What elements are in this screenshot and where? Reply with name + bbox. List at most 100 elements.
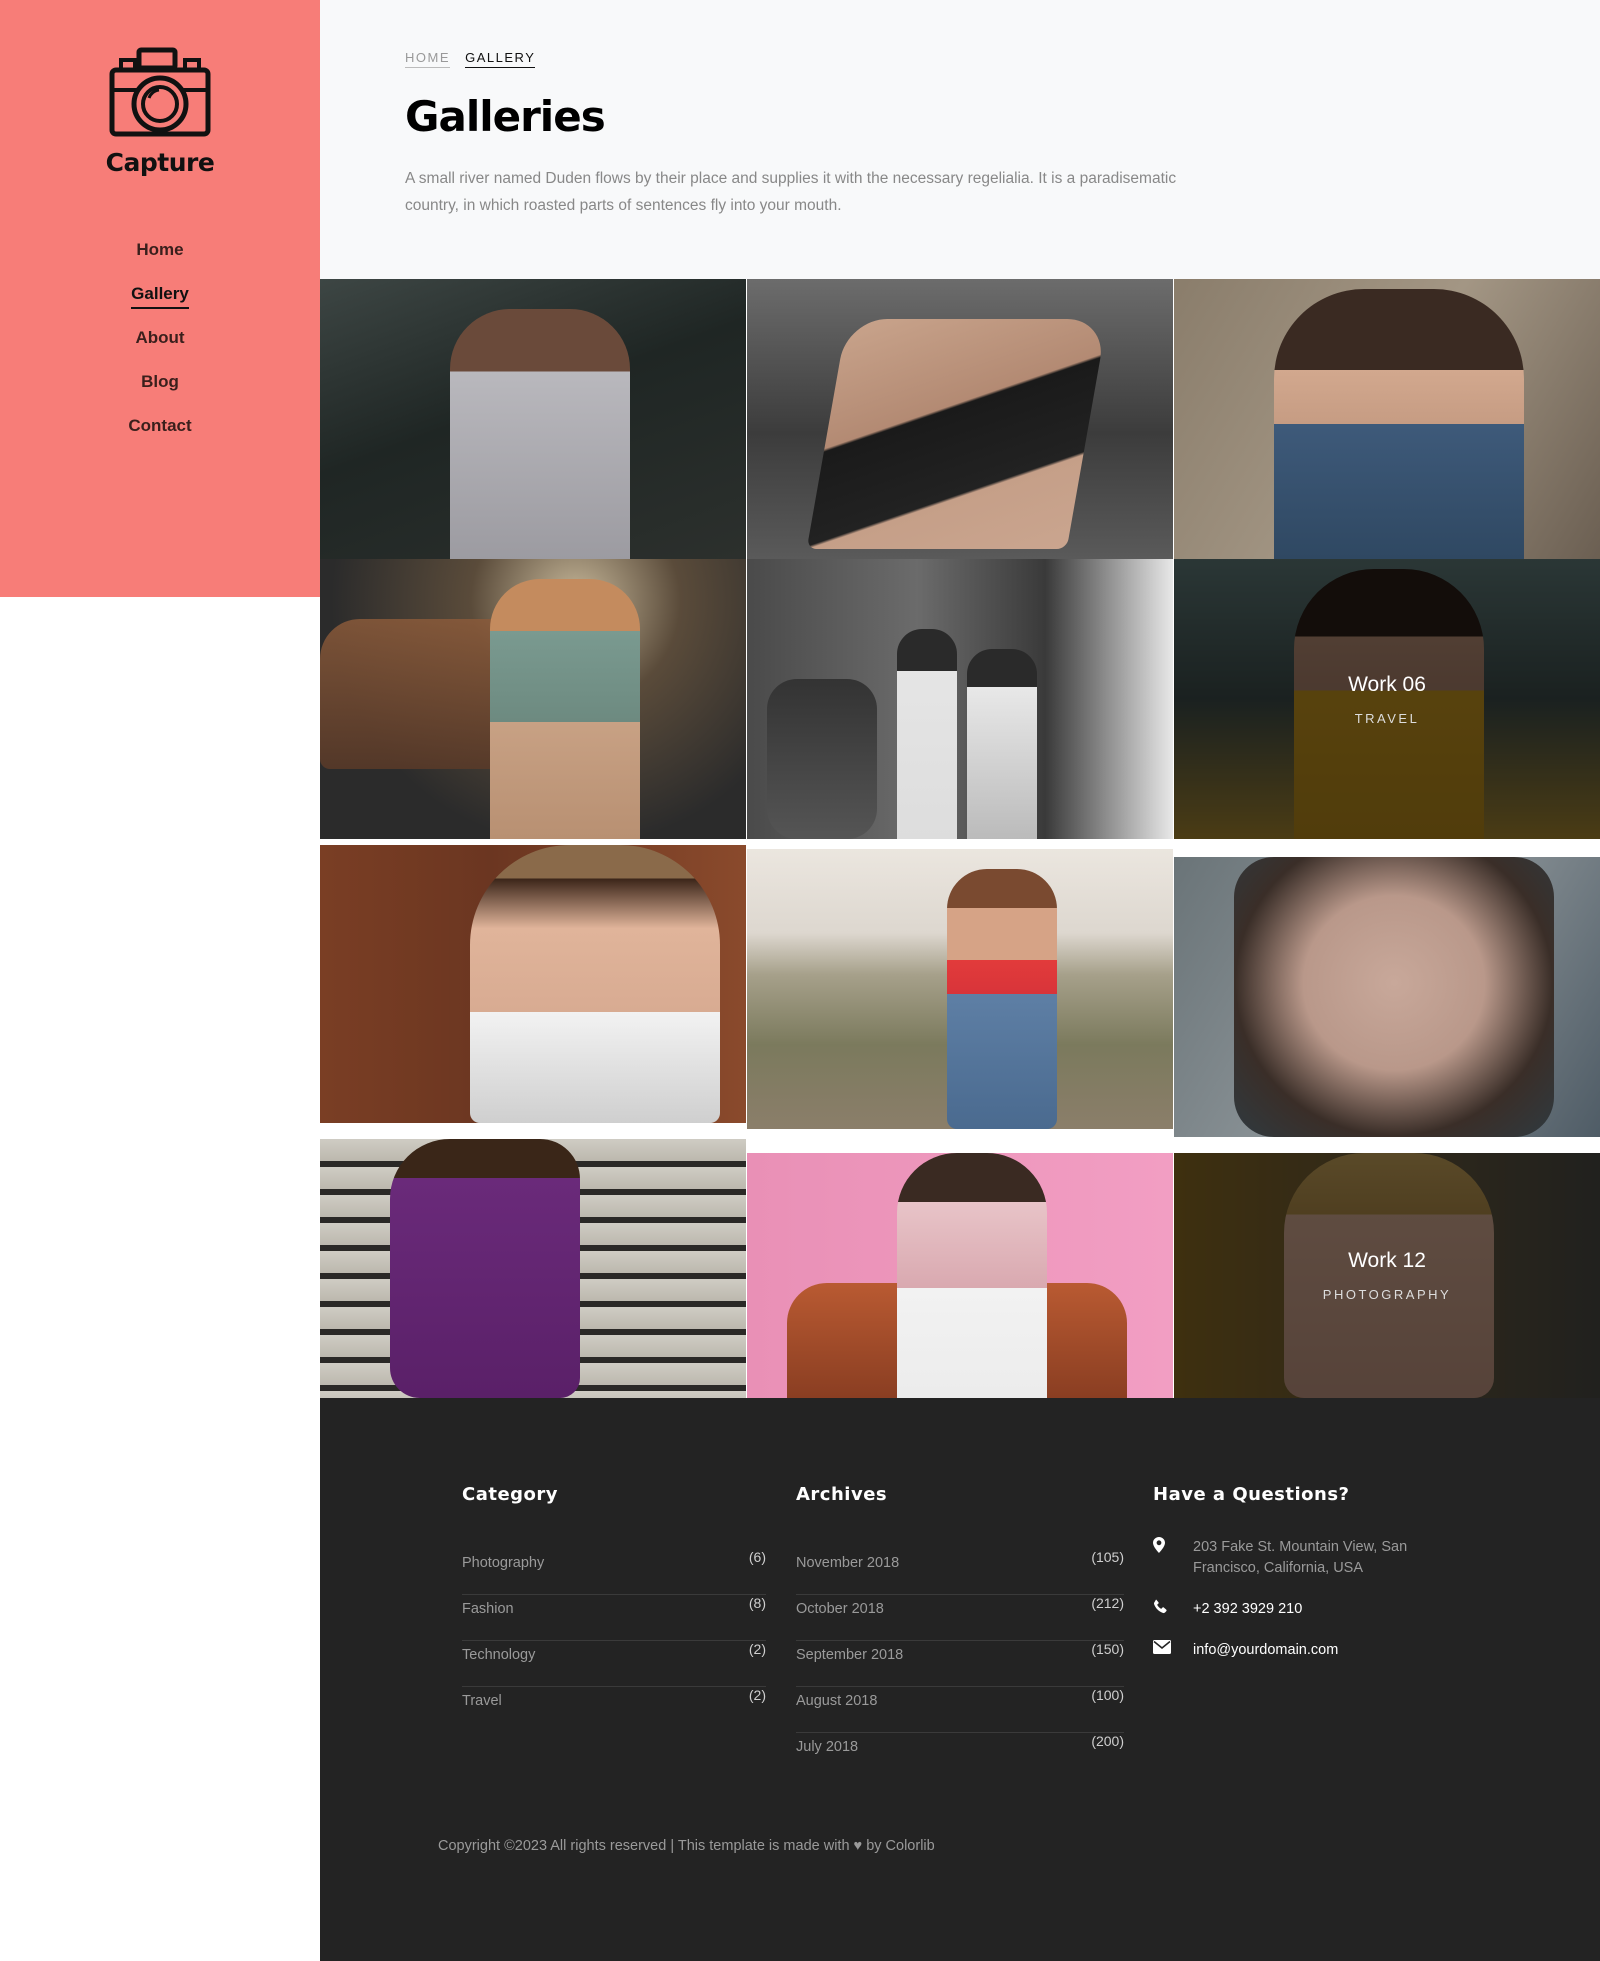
category-count: (2) <box>748 1687 766 1703</box>
photo-subject <box>470 845 720 1123</box>
breadcrumb-current: GALLERY <box>465 50 536 68</box>
photo-subject <box>1234 857 1554 1137</box>
footer-category-heading: Category <box>462 1484 559 1505</box>
gallery-item-category: PHOTOGRAPHY <box>1322 1287 1452 1302</box>
footer: Category Photography (6) Fashion (8) Techn… <box>320 1398 1600 1961</box>
archive-link[interactable]: October 2018 <box>796 1595 884 1617</box>
contact-email-text[interactable]: info@yourdomain.com <box>1193 1640 1338 1661</box>
list-item[interactable]: July 2018 (200) <box>796 1733 1124 1779</box>
nav-link-blog[interactable]: Blog <box>141 372 179 395</box>
page-header: HOME GALLERY Galleries A small river nam… <box>320 0 1600 279</box>
list-item[interactable]: Technology (2) <box>462 1641 766 1687</box>
nav-item-about: About <box>0 328 320 372</box>
category-count: (8) <box>748 1595 766 1611</box>
gallery-item-03[interactable] <box>1174 279 1600 559</box>
archive-link[interactable]: September 2018 <box>796 1641 903 1663</box>
contact-email[interactable]: info@yourdomain.com <box>1153 1640 1473 1661</box>
archives-list: November 2018 (105) October 2018 (212) Sep… <box>796 1549 1124 1779</box>
gallery-item-08[interactable] <box>747 849 1173 1129</box>
contact-phone[interactable]: +2 392 3929 210 <box>1153 1599 1473 1620</box>
photo-subject <box>450 309 630 559</box>
footer-category: Category Photography (6) Fashion (8) Techn… <box>462 1484 766 1733</box>
category-count: (2) <box>748 1641 766 1657</box>
gallery-item-title[interactable]: Work 06 <box>1348 673 1426 697</box>
photo-camera <box>767 679 877 839</box>
footer-archives: Archives November 2018 (105) October 2018… <box>796 1484 1124 1779</box>
gallery-hover-overlay[interactable]: Work 12 PHOTOGRAPHY <box>1174 1153 1600 1398</box>
gallery-item-09[interactable] <box>1174 857 1600 1137</box>
photo-subject <box>806 319 1108 549</box>
list-item[interactable]: September 2018 (150) <box>796 1641 1124 1687</box>
camera-icon <box>109 47 211 137</box>
list-item[interactable]: August 2018 (100) <box>796 1687 1124 1733</box>
archive-count: (212) <box>1091 1595 1124 1611</box>
contact-phone-text[interactable]: +2 392 3929 210 <box>1193 1599 1302 1620</box>
archive-link[interactable]: November 2018 <box>796 1549 899 1571</box>
list-item[interactable]: November 2018 (105) <box>796 1549 1124 1595</box>
brand-name: Capture <box>105 148 215 177</box>
category-link[interactable]: Photography <box>462 1549 544 1571</box>
gallery-item-title[interactable]: Work 12 <box>1348 1249 1426 1273</box>
gallery-item-04[interactable] <box>320 559 746 839</box>
sidebar: Capture Home Gallery About Blog Contact <box>0 0 320 597</box>
archive-count: (150) <box>1091 1641 1124 1657</box>
nav-link-about[interactable]: About <box>135 328 184 351</box>
archive-count: (105) <box>1091 1549 1124 1565</box>
photo-subject <box>490 579 640 839</box>
nav-link-contact[interactable]: Contact <box>128 416 191 439</box>
contact-address: 203 Fake St. Mountain View, San Francisc… <box>1153 1537 1473 1579</box>
category-list: Photography (6) Fashion (8) Technology (2) … <box>462 1549 766 1733</box>
gallery-item-01[interactable] <box>320 279 746 559</box>
breadcrumb-home-link[interactable]: HOME <box>405 50 450 68</box>
copyright-text: Copyright ©2023 All rights reserved | Th… <box>438 1838 850 1854</box>
copyright-by: by <box>866 1838 882 1854</box>
envelope-icon <box>1153 1640 1193 1659</box>
contact-address-text: 203 Fake St. Mountain View, San Francisc… <box>1193 1539 1408 1576</box>
nav-item-gallery: Gallery <box>0 284 320 328</box>
photo-subject <box>897 629 957 839</box>
list-item[interactable]: Travel (2) <box>462 1687 766 1733</box>
heart-icon: ♥ <box>853 1838 863 1854</box>
gallery-item-06[interactable]: Work 06 TRAVEL <box>1174 559 1600 839</box>
colorlib-link[interactable]: Colorlib <box>886 1838 935 1854</box>
category-link[interactable]: Fashion <box>462 1595 514 1617</box>
gallery-item-07[interactable] <box>320 845 746 1123</box>
archive-link[interactable]: August 2018 <box>796 1687 877 1709</box>
gallery-item-11[interactable] <box>747 1153 1173 1398</box>
photo-subject <box>947 869 1057 1129</box>
footer-contact-heading: Have a Questions? <box>1153 1484 1350 1505</box>
category-count: (6) <box>748 1549 766 1565</box>
photo-subject <box>390 1139 580 1398</box>
page-intro: A small river named Duden flows by their… <box>405 170 1177 214</box>
nav-link-gallery[interactable]: Gallery <box>131 284 189 309</box>
gallery-item-02[interactable] <box>747 279 1173 559</box>
phone-icon <box>1153 1599 1193 1619</box>
page-title: Galleries <box>405 92 606 141</box>
map-pin-icon <box>1153 1537 1193 1558</box>
photo-subject <box>1274 289 1524 559</box>
list-item[interactable]: Photography (6) <box>462 1549 766 1595</box>
list-item[interactable]: October 2018 (212) <box>796 1595 1124 1641</box>
category-link[interactable]: Technology <box>462 1641 535 1663</box>
photo-subject <box>967 649 1037 839</box>
gallery-item-12[interactable]: Work 12 PHOTOGRAPHY <box>1174 1153 1600 1398</box>
gallery-item-05[interactable] <box>747 559 1173 839</box>
nav-item-home: Home <box>0 240 320 284</box>
archive-count: (100) <box>1091 1687 1124 1703</box>
footer-archives-heading: Archives <box>796 1484 888 1505</box>
nav-item-blog: Blog <box>0 372 320 416</box>
gallery-item-10[interactable] <box>320 1139 746 1398</box>
copyright: Copyright ©2023 All rights reserved | Th… <box>438 1838 935 1854</box>
photo-subject <box>897 1153 1047 1398</box>
nav-link-home[interactable]: Home <box>136 240 183 263</box>
footer-contact: Have a Questions? 203 Fake St. Mountain … <box>1153 1484 1473 1681</box>
brand-logo[interactable]: Capture <box>0 46 320 177</box>
main-nav: Home Gallery About Blog Contact <box>0 240 320 460</box>
gallery-grid: Work 06 TRAVEL Work 12 PHOTOGRAPHY <box>320 279 1600 1398</box>
gallery-hover-overlay[interactable]: Work 06 TRAVEL <box>1174 559 1600 839</box>
archive-count: (200) <box>1091 1733 1124 1749</box>
list-item[interactable]: Fashion (8) <box>462 1595 766 1641</box>
archive-link[interactable]: July 2018 <box>796 1733 858 1755</box>
category-link[interactable]: Travel <box>462 1687 502 1709</box>
breadcrumb: HOME GALLERY <box>405 50 536 68</box>
